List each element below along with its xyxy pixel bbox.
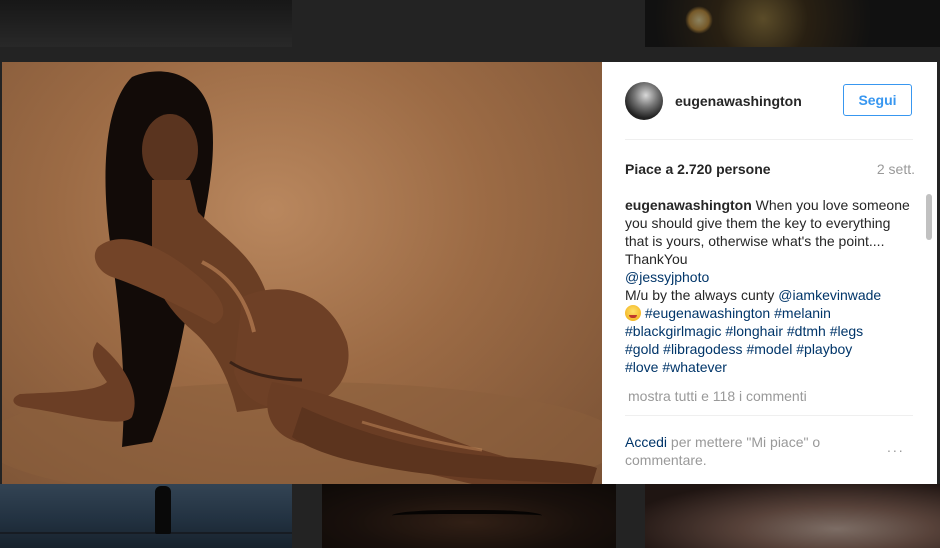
hashtag-link[interactable]: #melanin xyxy=(774,305,831,321)
hashtag-link[interactable]: #eugenawashington xyxy=(645,305,770,321)
hashtag-link[interactable]: #blackgirlmagic xyxy=(625,323,721,339)
tongue-emoji-icon xyxy=(625,305,641,321)
mention-link[interactable]: @jessyjphoto xyxy=(625,269,709,285)
caption-username[interactable]: eugenawashington xyxy=(625,197,752,213)
post-footer: Accedi per mettere "Mi piace" o commenta… xyxy=(625,415,913,485)
post-sidebar: eugenawashington Segui Piace a 2.720 per… xyxy=(602,62,937,484)
header-username[interactable]: eugenawashington xyxy=(675,93,802,109)
login-prompt: Accedi per mettere "Mi piace" o commenta… xyxy=(625,433,865,469)
scrollbar-thumb[interactable] xyxy=(926,194,932,240)
avatar[interactable] xyxy=(625,82,663,120)
photo-illustration xyxy=(2,71,602,484)
caption-text-2: M/u by the always cunty xyxy=(625,287,779,303)
comments-scrollbar[interactable] xyxy=(925,194,933,414)
follow-button[interactable]: Segui xyxy=(843,84,912,116)
caption: eugenawashington When you love someone y… xyxy=(625,196,910,416)
post-modal: eugenawashington Segui Piace a 2.720 per… xyxy=(2,62,937,484)
hashtag-link[interactable]: #model xyxy=(746,341,792,357)
hashtag-link[interactable]: #longhair xyxy=(725,323,783,339)
post-photo[interactable] xyxy=(2,62,602,484)
mention-link[interactable]: @iamkevinwade xyxy=(778,287,881,303)
hashtag-link[interactable]: #playboy xyxy=(796,341,852,357)
post-time[interactable]: 2 sett. xyxy=(877,161,915,177)
likes-count[interactable]: Piace a 2.720 persone xyxy=(625,161,771,177)
login-link[interactable]: Accedi xyxy=(625,434,667,450)
hashtag-link[interactable]: #libragodess xyxy=(663,341,742,357)
more-options-icon[interactable]: ... xyxy=(887,440,913,454)
hashtag-link[interactable]: #dtmh xyxy=(787,323,826,339)
show-all-comments-link[interactable]: mostra tutti e 118 i commenti xyxy=(628,388,807,404)
hashtag-link[interactable]: #legs xyxy=(830,323,863,339)
hashtag-link[interactable]: #whatever xyxy=(662,359,727,375)
hashtag-link[interactable]: #love xyxy=(625,359,658,375)
hashtag-link[interactable]: #gold xyxy=(625,341,659,357)
post-header: eugenawashington Segui xyxy=(625,62,913,140)
